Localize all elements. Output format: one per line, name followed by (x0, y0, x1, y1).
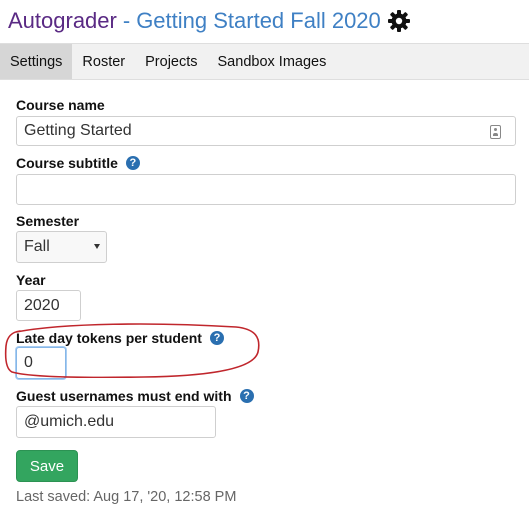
late-day-tokens-value: 0 (24, 354, 33, 371)
question-circle-icon[interactable]: ? (125, 156, 140, 170)
guest-usernames-value: @umich.edu (24, 413, 115, 430)
course-subtitle-input[interactable] (16, 174, 516, 205)
tab-roster[interactable]: Roster (72, 44, 135, 79)
course-name-input[interactable]: Getting Started (16, 116, 516, 146)
semester-label: Semester (16, 213, 79, 229)
year-label: Year (16, 272, 46, 288)
gear-icon[interactable] (387, 9, 411, 33)
guest-usernames-input[interactable]: @umich.edu (16, 406, 216, 438)
guest-usernames-label-text: Guest usernames must end with (16, 388, 232, 404)
late-day-tokens-input[interactable]: 0 (16, 347, 66, 379)
tab-settings[interactable]: Settings (0, 44, 73, 79)
course-subtitle-label: Course subtitle ? (16, 155, 140, 171)
question-circle-icon[interactable]: ? (239, 389, 254, 403)
course-name-label: Course name (16, 97, 105, 113)
course-subtitle-label-text: Course subtitle (16, 155, 118, 171)
late-day-tokens-label-text: Late day tokens per student (16, 330, 202, 346)
question-circle-icon[interactable]: ? (209, 331, 224, 345)
guest-usernames-label: Guest usernames must end with ? (16, 388, 254, 404)
tab-bar: Settings Roster Projects Sandbox Images (0, 43, 529, 80)
year-value: 2020 (24, 296, 60, 314)
page-header: Autograder - Getting Started Fall 2020 (8, 4, 411, 38)
year-input[interactable]: 2020 (16, 290, 81, 321)
tab-projects[interactable]: Projects (135, 44, 207, 79)
chevron-down-icon (94, 244, 100, 249)
semester-select[interactable]: Fall (16, 231, 107, 263)
course-name-label-text: Course name (16, 97, 105, 113)
contact-card-icon[interactable] (490, 125, 501, 139)
course-title: Getting Started Fall 2020 (136, 8, 381, 33)
title-separator: - (122, 8, 131, 33)
course-name-value: Getting Started (24, 122, 132, 139)
app-name[interactable]: Autograder (8, 8, 117, 34)
late-day-tokens-label: Late day tokens per student ? (16, 330, 224, 346)
semester-label-text: Semester (16, 213, 80, 229)
last-saved-text: Last saved: Aug 17, '20, 12:58 PM (16, 489, 237, 505)
semester-value: Fall (24, 238, 50, 255)
year-label-text: Year (16, 272, 46, 288)
save-button[interactable]: Save (16, 450, 78, 482)
tab-sandbox-images[interactable]: Sandbox Images (208, 44, 337, 79)
